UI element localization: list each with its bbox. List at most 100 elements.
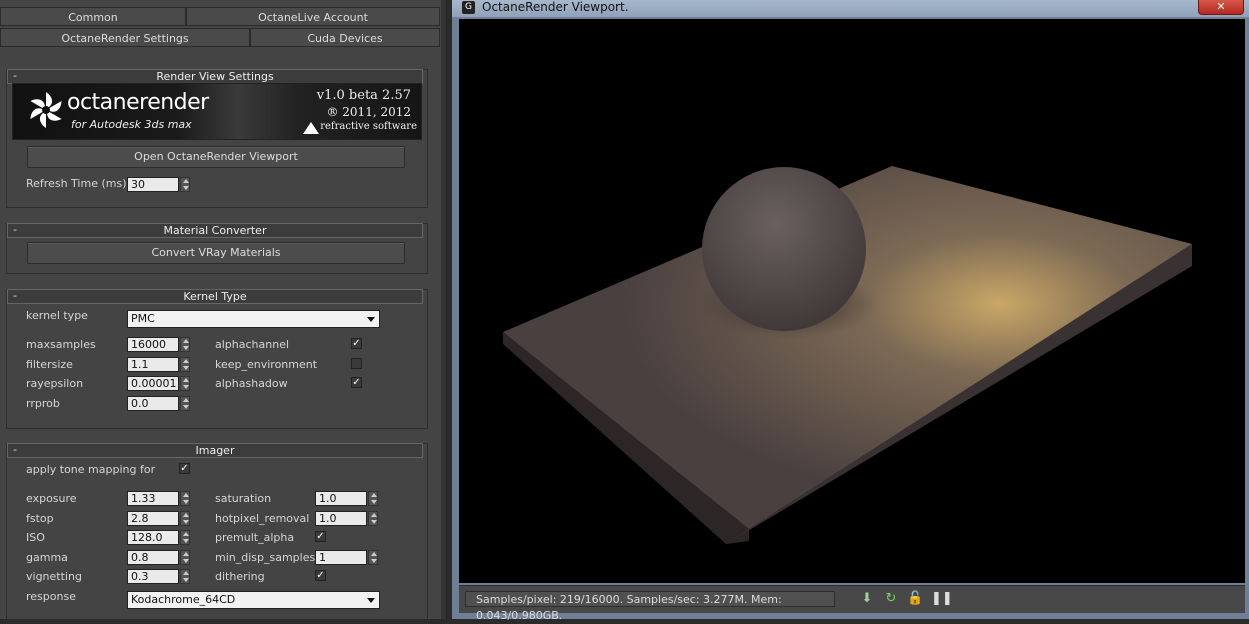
premult-alpha-checkbox[interactable]: ✓ (315, 531, 326, 542)
vignetting-label: vignetting (26, 570, 82, 583)
spinner-arrows-icon[interactable] (180, 491, 190, 506)
filtersize-field[interactable]: 1.1 (127, 357, 179, 372)
maxsamples-spinner[interactable]: 16000 (127, 337, 191, 352)
keep-environment-label: keep_environment (215, 358, 318, 371)
gamma-spinner[interactable]: 0.8 (127, 550, 191, 565)
dithering-label: dithering (215, 570, 265, 583)
tab-octanerender-settings[interactable]: OctaneRender Settings (0, 28, 250, 47)
group-title: Kernel Type (183, 290, 247, 303)
spinner-arrows-icon[interactable] (180, 530, 190, 545)
group-title: Imager (195, 444, 235, 457)
vignetting-spinner[interactable]: 0.3 (127, 569, 191, 584)
octanerender-banner: octanerender for Autodesk 3ds max v1.0 b… (12, 83, 422, 140)
save-image-icon[interactable]: ⬇ (859, 591, 875, 607)
premult-alpha-label: premult_alpha (215, 531, 295, 544)
maxsamples-field[interactable]: 16000 (127, 337, 179, 352)
tab-octanelive-account[interactable]: OctaneLive Account (186, 7, 440, 26)
refresh-time-spinner[interactable]: 30 (127, 177, 191, 192)
rrprob-label: rrprob (26, 397, 60, 410)
iso-field[interactable]: 128.0 (127, 530, 179, 545)
group-title: Material Converter (163, 224, 267, 237)
saturation-label: saturation (215, 492, 272, 505)
group-header[interactable]: - Material Converter (7, 223, 423, 238)
spinner-arrows-icon[interactable] (180, 337, 190, 352)
rayepsilon-field[interactable]: 0.00001 (127, 376, 179, 391)
refresh-icon[interactable]: ↻ (883, 591, 899, 607)
kernel-type-dropdown[interactable]: PMC (127, 310, 380, 328)
pause-icon[interactable]: ❚❚ (931, 591, 953, 607)
group-header[interactable]: - Kernel Type (7, 289, 423, 304)
hotpixel-removal-field[interactable]: 1.0 (315, 511, 367, 526)
refresh-time-field[interactable]: 30 (127, 177, 179, 192)
keep-environment-checkbox[interactable] (351, 358, 362, 369)
response-label: response (26, 590, 76, 603)
banner-version: v1.0 beta 2.57 (316, 88, 411, 103)
spinner-arrows-icon[interactable] (180, 511, 190, 526)
spinner-arrows-icon[interactable] (368, 550, 378, 565)
iso-spinner[interactable]: 128.0 (127, 530, 191, 545)
render-status-text: Samples/pixel: 219/16000. Samples/sec: 3… (465, 591, 835, 622)
chevron-down-icon (367, 598, 375, 603)
vignetting-field[interactable]: 0.3 (127, 569, 179, 584)
rrprob-field[interactable]: 0.0 (127, 396, 179, 411)
hotpixel-removal-spinner[interactable]: 1.0 (315, 511, 379, 526)
min-disp-samples-field[interactable]: 1 (315, 550, 367, 565)
open-viewport-button[interactable]: Open OctaneRender Viewport (27, 146, 405, 168)
spinner-arrows-icon[interactable] (180, 550, 190, 565)
octanerender-viewport-window: G OctaneRender Viewport. ✕ Samples/pixel… (452, 0, 1249, 622)
min-disp-samples-spinner[interactable]: 1 (315, 550, 379, 565)
spinner-arrows-icon[interactable] (180, 177, 190, 192)
window-title: OctaneRender Viewport. (482, 0, 629, 14)
rrprob-spinner[interactable]: 0.0 (127, 396, 191, 411)
app-icon: G (462, 1, 475, 14)
spinner-arrows-icon[interactable] (180, 357, 190, 372)
saturation-field[interactable]: 1.0 (315, 491, 367, 506)
banner-copyright: ® 2011, 2012 (326, 105, 411, 119)
settings-panel: Common OctaneLive Account OctaneRender S… (0, 0, 447, 623)
spinner-arrows-icon[interactable] (180, 396, 190, 411)
refractive-logo-icon (303, 122, 319, 134)
window-titlebar[interactable]: G OctaneRender Viewport. ✕ (452, 0, 1249, 17)
exposure-spinner[interactable]: 1.33 (127, 491, 191, 506)
banner-company: refractive software (320, 121, 417, 132)
banner-subtitle: for Autodesk 3ds max (71, 118, 192, 131)
tab-cuda-devices[interactable]: Cuda Devices (250, 28, 440, 47)
response-dropdown[interactable]: Kodachrome_64CD (127, 591, 380, 609)
render-viewport[interactable] (459, 19, 1245, 583)
kernel-type-label: kernel type (26, 309, 88, 322)
convert-vray-button[interactable]: Convert VRay Materials (27, 242, 405, 264)
alphashadow-checkbox[interactable]: ✓ (351, 377, 362, 388)
group-header[interactable]: - Render View Settings (7, 69, 423, 84)
iso-label: ISO (26, 531, 45, 544)
gamma-label: gamma (26, 551, 68, 564)
close-button[interactable]: ✕ (1198, 0, 1244, 15)
spinner-arrows-icon[interactable] (180, 569, 190, 584)
fstop-field[interactable]: 2.8 (127, 511, 179, 526)
lock-icon[interactable]: 🔓 (907, 591, 923, 607)
octane-logo-icon (30, 92, 62, 128)
gamma-field[interactable]: 0.8 (127, 550, 179, 565)
close-icon: ✕ (1216, 0, 1226, 13)
panel-scrollbar[interactable] (441, 0, 446, 619)
exposure-field[interactable]: 1.33 (127, 491, 179, 506)
filtersize-spinner[interactable]: 1.1 (127, 357, 191, 372)
fstop-spinner[interactable]: 2.8 (127, 511, 191, 526)
saturation-spinner[interactable]: 1.0 (315, 491, 379, 506)
rayepsilon-spinner[interactable]: 0.00001 (127, 376, 191, 391)
dithering-checkbox[interactable]: ✓ (315, 570, 326, 581)
tone-mapping-checkbox[interactable]: ✓ (179, 463, 190, 474)
tab-common[interactable]: Common (0, 7, 186, 26)
maxsamples-label: maxsamples (26, 338, 96, 351)
hotpixel-removal-label: hotpixel_removal (215, 512, 310, 525)
alphachannel-checkbox[interactable]: ✓ (351, 338, 362, 349)
spinner-arrows-icon[interactable] (368, 491, 378, 506)
group-header[interactable]: - Imager (7, 443, 423, 458)
fstop-label: fstop (26, 512, 54, 525)
rayepsilon-label: rayepsilon (26, 377, 84, 390)
spinner-arrows-icon[interactable] (368, 511, 378, 526)
viewport-statusbar: Samples/pixel: 219/16000. Samples/sec: 3… (459, 585, 1245, 622)
filtersize-label: filtersize (26, 358, 73, 371)
sphere (702, 167, 866, 331)
alphachannel-label: alphachannel (215, 338, 290, 351)
spinner-arrows-icon[interactable] (180, 376, 190, 391)
